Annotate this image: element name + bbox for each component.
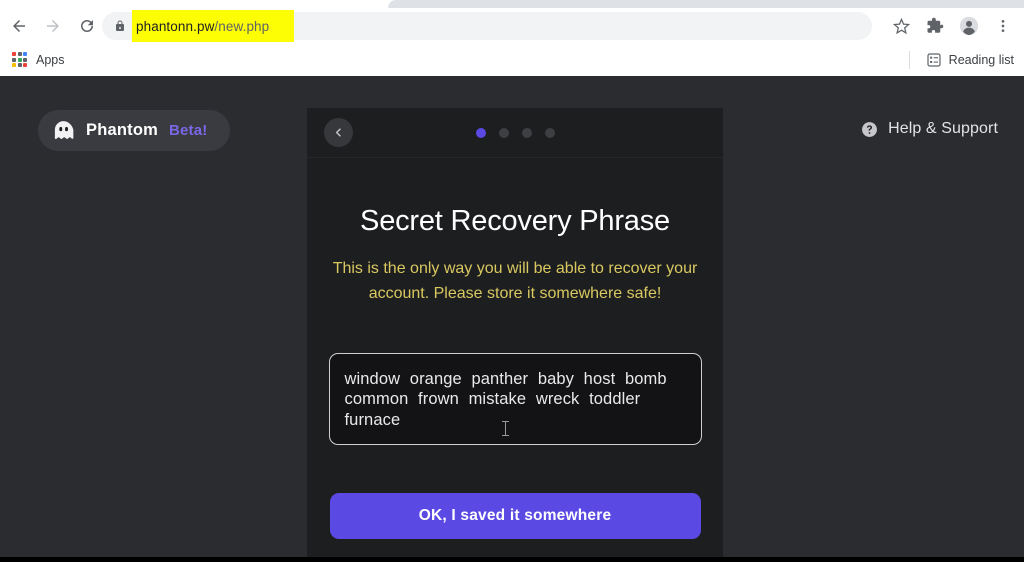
phantom-brand-name: Phantom xyxy=(86,121,158,139)
forward-arrow-icon xyxy=(47,20,59,32)
star-icon xyxy=(892,17,910,34)
lock-icon xyxy=(114,19,126,33)
step-indicator xyxy=(307,127,723,138)
reading-list-icon xyxy=(927,53,941,67)
tab-strip xyxy=(0,0,1024,8)
bookmark-item-apps[interactable]: Apps xyxy=(8,49,73,71)
url-text: phantonn.pw/new.php xyxy=(136,19,269,34)
browser-toolbar: phantonn.pw/new.php xyxy=(0,8,1024,44)
profile-button[interactable] xyxy=(954,11,984,41)
address-bar[interactable]: phantonn.pw/new.php xyxy=(102,10,872,42)
tab-strip-background xyxy=(388,0,1024,8)
url-text-wrapper: phantonn.pw/new.php xyxy=(132,10,294,42)
bookmarks-bar: Apps Reading list xyxy=(0,44,1024,76)
confirm-saved-button[interactable]: OK, I saved it somewhere xyxy=(329,493,701,540)
step-dot-2[interactable] xyxy=(498,127,509,138)
toolbar-actions xyxy=(886,11,1018,41)
back-arrow-icon xyxy=(13,20,25,32)
text-cursor xyxy=(501,421,509,437)
bottom-letterbox-bar xyxy=(0,557,1024,562)
reload-icon xyxy=(81,20,93,32)
reading-list-label: Reading list xyxy=(948,53,1014,67)
step-dot-4[interactable] xyxy=(544,127,555,138)
modal-header xyxy=(307,108,723,158)
browser-menu-button[interactable] xyxy=(988,11,1018,41)
help-and-support-link[interactable]: Help & Support xyxy=(861,120,998,138)
bookmark-apps-label: Apps xyxy=(36,53,65,67)
extensions-button[interactable] xyxy=(920,11,950,41)
phantom-ghost-icon xyxy=(52,119,75,142)
avatar-icon xyxy=(959,16,979,36)
seed-phrase-text: window orange panther baby host bomb com… xyxy=(344,369,667,429)
puzzle-icon xyxy=(927,17,944,33)
apps-grid-icon xyxy=(12,52,28,68)
bookmarks-separator xyxy=(908,51,910,69)
help-and-support-label: Help & Support xyxy=(888,120,998,137)
reload-button[interactable] xyxy=(72,11,102,41)
step-dot-3[interactable] xyxy=(521,127,532,138)
url-path: /new.php xyxy=(214,18,270,34)
back-button[interactable] xyxy=(4,11,34,41)
page-content: Phantom Beta! Help & Support Secret Reco… xyxy=(0,76,1024,562)
modal-body: Secret Recovery Phrase This is the only … xyxy=(307,205,723,540)
forward-button[interactable] xyxy=(38,11,68,41)
step-dot-1[interactable] xyxy=(475,127,486,138)
bookmarks-bar-right: Reading list xyxy=(908,49,1020,71)
seed-phrase-box[interactable]: window orange panther baby host bomb com… xyxy=(328,352,702,446)
browser-chrome: phantonn.pw/new.php Apps Reading list xyxy=(0,0,1024,76)
three-dot-menu-icon xyxy=(1001,20,1005,32)
question-circle-icon xyxy=(862,121,878,137)
page-title: Secret Recovery Phrase xyxy=(360,205,670,237)
phantom-brand-badge[interactable]: Phantom Beta! xyxy=(38,110,230,151)
url-domain: phantonn.pw xyxy=(136,18,215,34)
warning-text: This is the only way you will be able to… xyxy=(332,260,698,302)
bookmark-button[interactable] xyxy=(886,11,916,41)
onboarding-modal: Secret Recovery Phrase This is the only … xyxy=(307,108,723,562)
phantom-beta-label: Beta! xyxy=(168,122,208,139)
reading-list-button[interactable]: Reading list xyxy=(920,49,1020,71)
